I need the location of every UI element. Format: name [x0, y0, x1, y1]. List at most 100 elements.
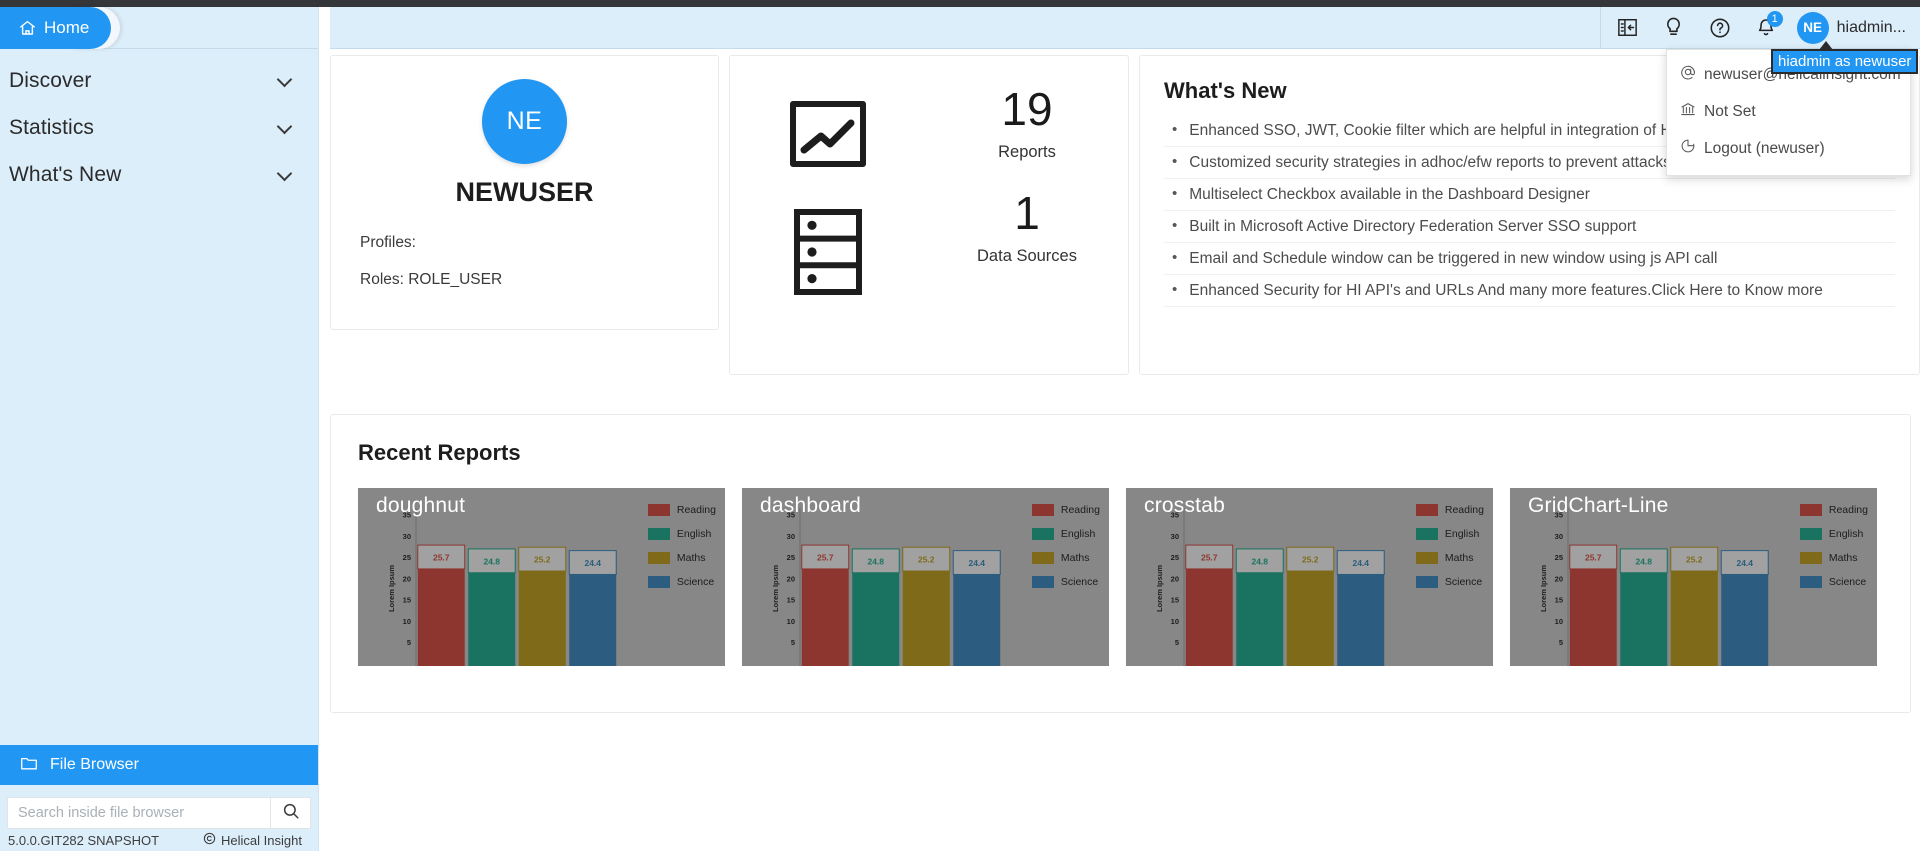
legend-row: Science	[1031, 576, 1100, 588]
sidebar: › Home Discover Statistics What's New	[0, 7, 319, 851]
legend-swatch	[1415, 576, 1438, 588]
folder-icon	[20, 755, 38, 776]
chevron-down-icon	[278, 74, 292, 88]
menu-item-organisation[interactable]: Not Set	[1667, 93, 1910, 130]
legend-swatch	[1799, 576, 1822, 588]
topbar: 1 NE hiadmin...	[330, 6, 1920, 49]
chart-legend: Reading English Maths Science	[1031, 504, 1100, 588]
svg-text:25.2: 25.2	[1302, 555, 1319, 565]
app-root: › Home Discover Statistics What's New	[0, 0, 1920, 851]
stat-reports: 19 Reports	[998, 86, 1056, 162]
menu-item-label: Logout (newuser)	[1704, 139, 1825, 157]
report-thumbnail-crosstab[interactable]: crosstab 5 10 15 20 25 30 35 Lorem Ipsum 25.7 24.…	[1126, 488, 1493, 666]
legend-row: Reading	[1415, 504, 1484, 516]
svg-text:10: 10	[403, 617, 411, 626]
report-thumbnail-dashboard[interactable]: dashboard 5 10 15 20 25 30 35 Lorem Ipsum 25.7 24…	[742, 488, 1109, 666]
svg-text:30: 30	[787, 532, 795, 541]
svg-text:10: 10	[1555, 617, 1563, 626]
legend-swatch	[647, 528, 670, 540]
svg-text:25: 25	[1171, 553, 1179, 562]
list-item[interactable]: • Enhanced Security for HI API's and URLs…	[1164, 275, 1895, 307]
svg-text:5: 5	[407, 638, 411, 647]
breadcrumb: › Home	[0, 7, 318, 49]
report-thumbnail-doughnut[interactable]: doughnut 5 10 15 20 25 30 35 Lorem Ipsum 25.7 24.…	[358, 488, 725, 666]
legend-label: Maths	[676, 552, 706, 564]
reports-label: Reports	[998, 143, 1056, 161]
legend-swatch	[1415, 528, 1438, 540]
legend-swatch	[1415, 504, 1438, 516]
sidebar-item-whats-new[interactable]: What's New	[0, 151, 318, 198]
legend-row: Reading	[1799, 504, 1868, 516]
svg-text:25.7: 25.7	[817, 552, 834, 562]
database-icon	[793, 208, 863, 301]
legend-row: Science	[647, 576, 716, 588]
search-icon	[282, 802, 300, 825]
stats-icon-column	[730, 76, 926, 301]
legend-row: English	[1799, 528, 1868, 540]
menu-item-logout[interactable]: Logout (newuser)	[1667, 130, 1910, 167]
menu-item-label: Not Set	[1704, 102, 1756, 120]
svg-text:24.4: 24.4	[584, 558, 601, 568]
svg-text:15: 15	[403, 596, 411, 605]
chart-legend: Reading English Maths Science	[1415, 504, 1484, 588]
legend-swatch	[1031, 576, 1054, 588]
svg-text:25.2: 25.2	[1686, 555, 1703, 565]
breadcrumb-home-button[interactable]: Home	[0, 7, 112, 49]
lightbulb-icon[interactable]	[1651, 7, 1697, 49]
report-title: GridChart-Line	[1528, 494, 1669, 517]
search-button[interactable]	[270, 798, 310, 828]
user-menu-button[interactable]: NE hiadmin...	[1789, 7, 1920, 49]
brand: Helical Insight	[203, 832, 302, 848]
panel-toggle-icon[interactable]	[1605, 7, 1651, 49]
search-input[interactable]	[8, 798, 270, 828]
data-sources-label: Data Sources	[977, 247, 1077, 265]
list-item[interactable]: • Multiselect Checkbox available in the D…	[1164, 179, 1895, 211]
svg-text:25.2: 25.2	[918, 555, 935, 565]
legend-label: English	[1828, 528, 1864, 540]
logout-icon	[1680, 138, 1696, 159]
stats-card: 19 Reports 1 Data Sources	[729, 55, 1129, 375]
sidebar-nav: Discover Statistics What's New	[0, 49, 318, 198]
report-thumbnail-gridchart-line[interactable]: GridChart-Line 5 10 15 20 25 30 35 Lorem Ipsum 2…	[1510, 488, 1877, 666]
svg-text:25.7: 25.7	[1585, 552, 1602, 562]
sidebar-item-label: Statistics	[9, 115, 95, 139]
version-label: 5.0.0.GIT282 SNAPSHOT	[8, 832, 160, 848]
svg-text:25: 25	[403, 553, 411, 562]
svg-text:Lorem Ipsum: Lorem Ipsum	[387, 565, 396, 612]
svg-text:10: 10	[787, 617, 795, 626]
svg-text:Lorem Ipsum: Lorem Ipsum	[1539, 565, 1548, 612]
svg-text:20: 20	[1171, 574, 1179, 583]
file-browser-button[interactable]: File Browser	[0, 745, 318, 785]
roles-label: Roles: ROLE_USER	[360, 271, 503, 288]
legend-label: Science	[1060, 576, 1099, 588]
legend-label: Maths	[1828, 552, 1858, 564]
line-chart-icon	[789, 98, 867, 175]
legend-swatch	[1031, 552, 1054, 564]
legend-label: English	[1060, 528, 1096, 540]
sidebar-footer: 5.0.0.GIT282 SNAPSHOT Helical Insight	[0, 829, 318, 851]
chevron-down-icon	[278, 168, 292, 182]
list-item-label: Customized security strategies in adhoc/…	[1189, 153, 1671, 171]
legend-row: Maths	[1031, 552, 1100, 564]
svg-text:30: 30	[1171, 532, 1179, 541]
list-item[interactable]: • Email and Schedule window can be trigge…	[1164, 243, 1895, 275]
sidebar-item-statistics[interactable]: Statistics	[0, 104, 318, 151]
bell-icon[interactable]: 1	[1743, 7, 1789, 49]
svg-text:30: 30	[1555, 532, 1563, 541]
legend-row: Reading	[647, 504, 716, 516]
list-item[interactable]: • Built in Microsoft Active Directory Fed…	[1164, 211, 1895, 243]
svg-text:10: 10	[1171, 617, 1179, 626]
legend-label: Reading	[1060, 504, 1100, 516]
legend-swatch	[647, 552, 670, 564]
legend-swatch	[1799, 528, 1822, 540]
brand-label: Helical Insight	[221, 832, 302, 848]
sidebar-item-discover[interactable]: Discover	[0, 57, 318, 104]
svg-text:20: 20	[403, 574, 411, 583]
bullet-icon: •	[1172, 248, 1178, 266]
legend-label: Science	[676, 576, 715, 588]
bank-icon	[1680, 101, 1696, 122]
legend-row: English	[1031, 528, 1100, 540]
breadcrumb-home-label: Home	[44, 18, 90, 37]
help-circle-icon[interactable]	[1697, 7, 1743, 49]
at-sign-icon	[1680, 64, 1696, 85]
